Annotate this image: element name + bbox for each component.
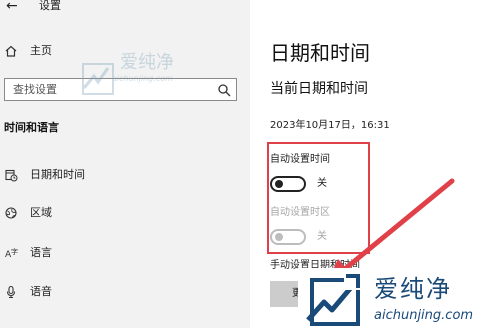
section-header: 时间和语言 (4, 121, 59, 134)
sidebar-item-label: 语音 (30, 285, 52, 298)
watermark-logo-icon (304, 272, 364, 328)
section-title: 当前日期和时间 (270, 81, 368, 97)
page-title: 日期和时间 (270, 41, 370, 65)
language-icon: A 字 (4, 246, 18, 260)
watermark-main-text: 爱纯净 (374, 275, 452, 303)
app-title: 设置 (39, 0, 61, 12)
sidebar-item-language[interactable]: A 字 语言 (0, 239, 250, 269)
sidebar-item-label: 语言 (30, 246, 52, 259)
date-time-icon (4, 168, 18, 182)
watermark-top-sub: aichunjing.com (112, 74, 173, 83)
sidebar-item-label: 主页 (30, 44, 52, 57)
microphone-icon (4, 285, 18, 299)
sidebar: ← 设置 主页 查找设置 时间和语言 日期和时间 区域 A 字 语言 语音 爱纯… (0, 0, 250, 328)
sidebar-item-region[interactable]: 区域 (0, 199, 250, 229)
home-icon (4, 44, 18, 58)
sidebar-item-speech[interactable]: 语音 (0, 278, 250, 308)
watermark-top-text: 爱纯净 (120, 52, 174, 73)
sidebar-item-label: 日期和时间 (30, 168, 85, 181)
search-icon[interactable] (217, 82, 231, 97)
svg-text:字: 字 (11, 247, 18, 256)
watermark-bottom: 爱纯净 aichunjing.com (298, 268, 500, 328)
sidebar-item-date-time[interactable]: 日期和时间 (0, 161, 250, 191)
globe-region-icon (4, 206, 18, 220)
watermark-top: 爱纯净 aichunjing.com (82, 52, 188, 112)
current-datetime: 2023年10月17日，16:31 (270, 120, 390, 131)
watermark-sub-text: aichunjing.com (374, 308, 474, 323)
search-placeholder: 查找设置 (13, 83, 57, 96)
back-button[interactable]: ← (6, 0, 30, 14)
sidebar-item-label: 区域 (30, 206, 52, 219)
